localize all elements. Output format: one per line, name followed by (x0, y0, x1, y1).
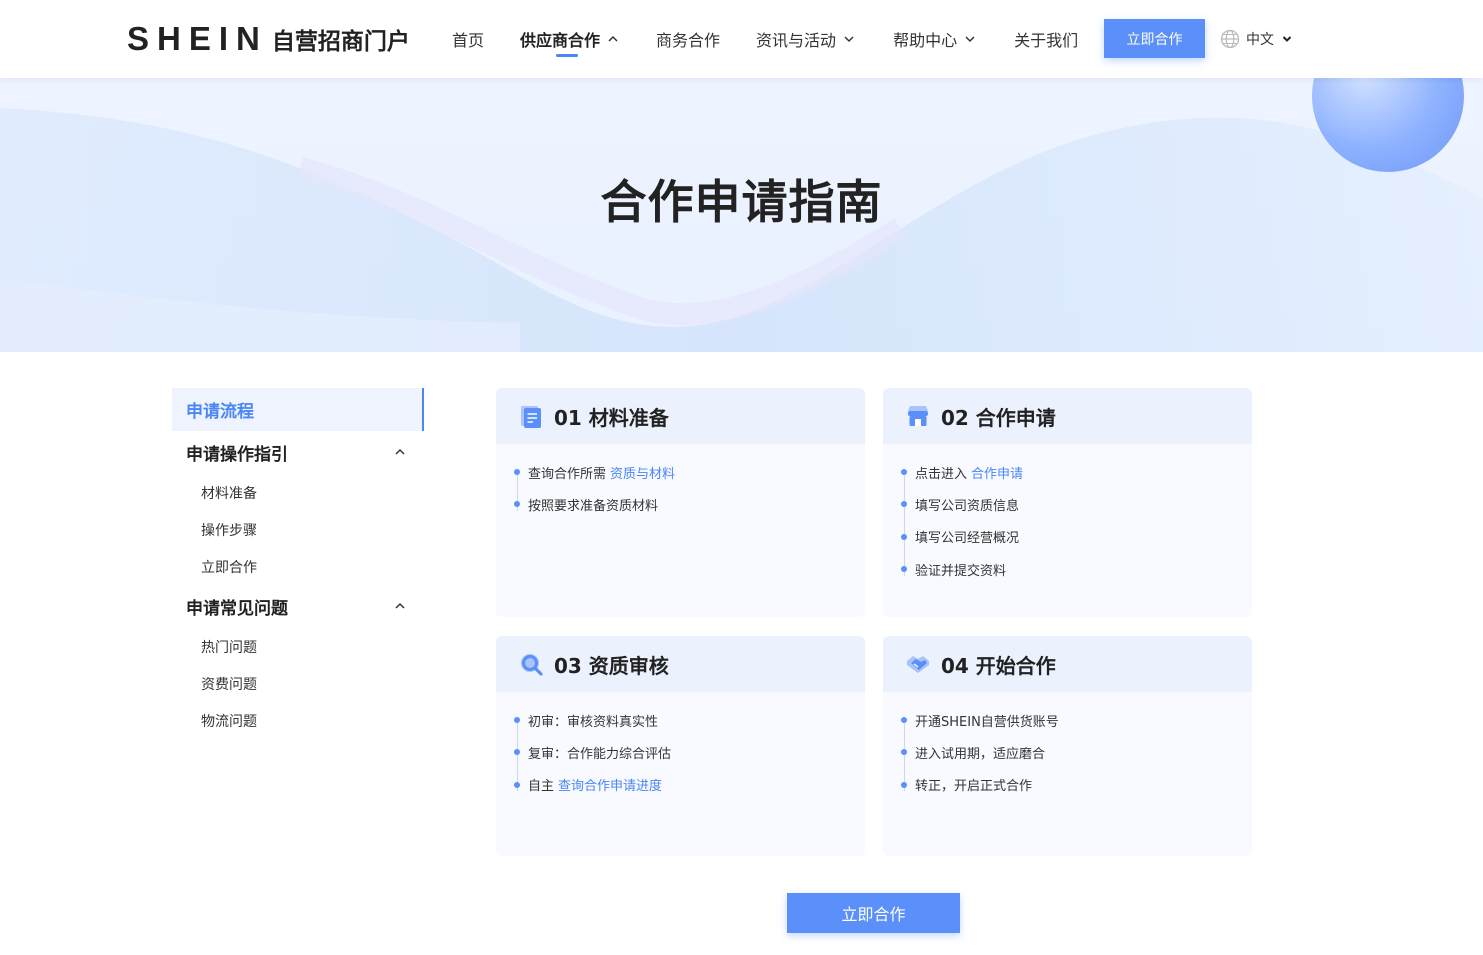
list-item: 按照要求准备资质材料 (514, 488, 865, 520)
step-card-review: 03 资质审核 初审：审核资料真实性 复审：合作能力综合评估 自主 查询合作申请… (496, 636, 865, 856)
list-item: 查询合作所需 资质与材料 (514, 456, 865, 488)
card-title: 03 资质审核 (554, 653, 669, 678)
handshake-icon (905, 651, 931, 677)
card-title: 04 开始合作 (941, 653, 1056, 678)
sidebar-item-material-prep[interactable]: 材料准备 (172, 474, 424, 511)
store-icon (905, 403, 931, 429)
active-nav-indicator (556, 54, 579, 57)
list-item-text: 验证并提交资料 (915, 563, 1007, 579)
sidebar-item-application-process[interactable]: 申请流程 (172, 388, 424, 431)
list-item-text: 按照要求准备资质材料 (528, 499, 659, 515)
hero-banner: 合作申请指南 (0, 78, 1483, 352)
list-item-text: 复审：合作能力综合评估 (528, 747, 672, 763)
list-item: 验证并提交资料 (901, 553, 1252, 585)
step-list: 开通SHEIN自营供货账号 进入试用期，适应磨合 转正，开启正式合作 (883, 692, 1252, 801)
magnifier-icon (518, 651, 544, 677)
step-card-materials: 01 材料准备 查询合作所需 资质与材料 按照要求准备资质材料 (496, 388, 865, 617)
list-item-text: 填写公司资质信息 (915, 499, 1020, 515)
join-now-bottom-button[interactable]: 立即合作 (787, 893, 960, 933)
list-item: 初审：审核资料真实性 (514, 704, 865, 736)
sidebar-item-label: 热门问题 (201, 639, 257, 656)
nav-label: 关于我们 (1014, 31, 1079, 50)
sidebar-item-hot-questions[interactable]: 热门问题 (172, 628, 424, 665)
top-header: SHEIN 自营招商门户 首页 供应商合作 商务合作 资讯与活动 帮助中心 关于… (0, 0, 1483, 78)
list-item-text: 填写公司经营概况 (915, 531, 1020, 547)
step-list: 查询合作所需 资质与材料 按照要求准备资质材料 (496, 444, 865, 521)
language-selector[interactable]: 中文 (1220, 28, 1293, 50)
list-item-text: 自主 (528, 779, 555, 795)
list-item-text: 点击进入 (915, 466, 968, 482)
nav-label: 资讯与活动 (756, 31, 837, 50)
list-item: 填写公司经营概况 (901, 521, 1252, 553)
chevron-up-icon (607, 33, 619, 45)
nav-label: 供应商合作 (520, 31, 601, 50)
qualifications-link[interactable]: 资质与材料 (610, 463, 675, 482)
card-header: 03 资质审核 (496, 636, 865, 692)
sidebar-item-label: 操作步骤 (201, 522, 257, 539)
list-item-text: 开通SHEIN自营供货账号 (915, 714, 1059, 730)
sidebar-item-logistics-questions[interactable]: 物流问题 (172, 702, 424, 739)
language-label: 中文 (1246, 32, 1274, 48)
card-title: 01 材料准备 (554, 405, 669, 430)
logo-brand: SHEIN (127, 20, 268, 57)
list-item-text: 转正，开启正式合作 (915, 779, 1033, 795)
shein-logo[interactable]: SHEIN 自营招商门户 (127, 20, 410, 57)
step-list: 点击进入 合作申请 填写公司资质信息 填写公司经营概况 验证并提交资料 (883, 444, 1252, 586)
nav-supplier-cooperation[interactable]: 供应商合作 (520, 0, 619, 78)
list-item-text: 查询合作所需 (528, 466, 607, 482)
sidebar-group-label: 申请操作指引 (186, 445, 288, 465)
step-card-start: 04 开始合作 开通SHEIN自营供货账号 进入试用期，适应磨合 转正，开启正式… (883, 636, 1252, 856)
list-item-text: 进入试用期，适应磨合 (915, 747, 1046, 763)
card-header: 04 开始合作 (883, 636, 1252, 692)
chevron-down-icon (964, 33, 976, 45)
sidebar-item-steps[interactable]: 操作步骤 (172, 511, 424, 548)
sidebar-group-faq[interactable]: 申请常见问题 (172, 585, 424, 628)
list-item: 进入试用期，适应磨合 (901, 736, 1252, 768)
list-item: 点击进入 合作申请 (901, 456, 1252, 488)
nav-about-us[interactable]: 关于我们 (1014, 0, 1078, 78)
sidebar-group-operation-guide[interactable]: 申请操作指引 (172, 431, 424, 474)
chevron-down-icon (843, 33, 855, 45)
list-item: 开通SHEIN自营供货账号 (901, 704, 1252, 736)
cooperation-application-link[interactable]: 合作申请 (971, 463, 1023, 482)
nav-help-center[interactable]: 帮助中心 (893, 0, 976, 78)
sidebar-item-label: 物流问题 (201, 713, 257, 730)
globe-icon (1220, 29, 1240, 49)
sidebar-item-label: 材料准备 (201, 485, 257, 502)
list-item-text: 初审：审核资料真实性 (528, 714, 659, 730)
page-title: 合作申请指南 (600, 175, 883, 229)
sidebar-item-label: 立即合作 (201, 559, 257, 576)
card-header: 01 材料准备 (496, 388, 865, 444)
nav-home[interactable]: 首页 (452, 0, 484, 78)
logo-portal-name: 自营招商门户 (271, 29, 410, 55)
list-item: 填写公司资质信息 (901, 488, 1252, 520)
chevron-up-icon (394, 597, 406, 617)
card-header: 02 合作申请 (883, 388, 1252, 444)
application-progress-link[interactable]: 查询合作申请进度 (558, 775, 662, 794)
sidebar-group-label: 申请常见问题 (186, 599, 288, 619)
list-item: 复审：合作能力综合评估 (514, 736, 865, 768)
sidebar: 申请流程 申请操作指引 材料准备 操作步骤 立即合作 申请常见问题 热门问题 资… (172, 388, 424, 739)
main-nav: 首页 供应商合作 商务合作 资讯与活动 帮助中心 关于我们 (452, 0, 1078, 78)
sidebar-item-label: 资费问题 (201, 676, 257, 693)
document-icon (518, 403, 544, 429)
nav-business-cooperation[interactable]: 商务合作 (656, 0, 720, 78)
chevron-up-icon (394, 443, 406, 463)
chevron-down-icon (1281, 33, 1293, 45)
step-card-application: 02 合作申请 点击进入 合作申请 填写公司资质信息 填写公司经营概况 验证并提… (883, 388, 1252, 617)
nav-label: 帮助中心 (893, 31, 958, 50)
list-item: 转正，开启正式合作 (901, 769, 1252, 801)
join-now-button[interactable]: 立即合作 (1104, 19, 1205, 58)
sidebar-item-label: 申请流程 (186, 402, 254, 422)
nav-news-events[interactable]: 资讯与活动 (756, 0, 855, 78)
step-list: 初审：审核资料真实性 复审：合作能力综合评估 自主 查询合作申请进度 (496, 692, 865, 801)
nav-label: 商务合作 (656, 31, 721, 50)
sidebar-item-join[interactable]: 立即合作 (172, 548, 424, 585)
card-title: 02 合作申请 (941, 405, 1056, 430)
sidebar-item-fee-questions[interactable]: 资费问题 (172, 665, 424, 702)
nav-label: 首页 (452, 31, 485, 50)
list-item: 自主 查询合作申请进度 (514, 769, 865, 801)
